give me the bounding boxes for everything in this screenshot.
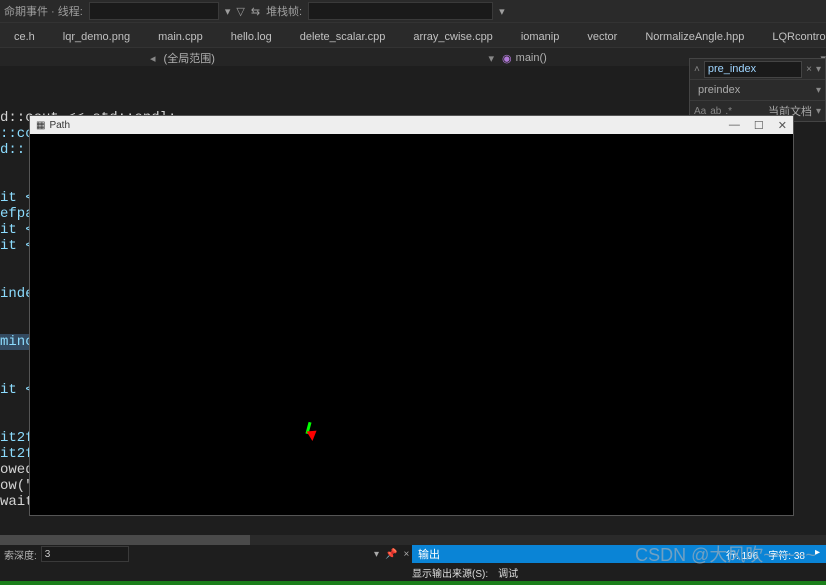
dropdown-arrow-icon[interactable]: ▾ bbox=[816, 64, 821, 75]
search-input[interactable] bbox=[704, 61, 802, 78]
output-source-label: 显示输出来源(S): bbox=[412, 565, 488, 580]
maximize-icon[interactable]: ☐ bbox=[754, 119, 764, 132]
events-label: 命期事件 · 线程: bbox=[4, 3, 83, 19]
method-icon: ◉ bbox=[502, 52, 512, 65]
tab-file[interactable]: hello.log bbox=[217, 27, 286, 47]
toolbar: 命期事件 · 线程: ▾ ▽ ⇆ 堆栈帧: ▾ bbox=[0, 0, 826, 23]
tab-file[interactable]: ce.h bbox=[0, 27, 49, 47]
window-title: Path bbox=[49, 120, 70, 131]
search-suggestion[interactable]: preindex bbox=[698, 84, 812, 96]
close-icon[interactable]: × bbox=[806, 64, 812, 75]
dropdown-arrow-icon[interactable]: ▾ bbox=[499, 5, 505, 18]
window-titlebar[interactable]: ▦ Path — ☐ ✕ bbox=[30, 116, 793, 134]
path-window: ▦ Path — ☐ ✕ bbox=[29, 115, 794, 516]
stackframe-dropdown[interactable] bbox=[308, 2, 493, 20]
expand-icon[interactable]: ˄ bbox=[694, 64, 700, 75]
minimize-icon[interactable]: — bbox=[729, 119, 740, 132]
breadcrumb-scope[interactable]: (全局范围) bbox=[164, 50, 215, 66]
output-label: 输出 bbox=[418, 546, 440, 562]
debug-label[interactable]: 调试 bbox=[498, 565, 518, 580]
stack-label: 堆栈帧: bbox=[266, 3, 302, 19]
filter-icon[interactable]: ▽ bbox=[236, 5, 244, 18]
pin-icon[interactable]: 📌 bbox=[385, 549, 397, 560]
tab-file[interactable]: iomanip bbox=[507, 27, 574, 47]
tab-file[interactable]: delete_scalar.cpp bbox=[286, 27, 400, 47]
tab-file[interactable]: array_cwise.cpp bbox=[399, 27, 506, 47]
dropdown-arrow-icon[interactable]: ▾ bbox=[816, 106, 821, 117]
tab-file[interactable]: vector bbox=[573, 27, 631, 47]
tab-file[interactable]: lqr_demo.png bbox=[49, 27, 144, 47]
window-icon: ▦ bbox=[36, 120, 45, 131]
tab-file[interactable]: LQRcontroler.cpp bbox=[758, 27, 826, 47]
close-icon[interactable]: ✕ bbox=[778, 119, 787, 132]
scrollbar-thumb[interactable] bbox=[0, 535, 250, 545]
vehicle-marker bbox=[307, 431, 318, 442]
toggle-icon[interactable]: ⇆ bbox=[251, 5, 260, 18]
dropdown-arrow-icon[interactable]: ▾ bbox=[374, 549, 379, 560]
tab-file[interactable]: main.cpp bbox=[144, 27, 217, 47]
search-depth-input[interactable] bbox=[41, 546, 129, 562]
chevron-left-icon[interactable]: ◂ bbox=[150, 52, 156, 65]
tab-file[interactable]: NormalizeAngle.hpp bbox=[631, 27, 758, 47]
breadcrumb-separator-icon: ▾ bbox=[489, 52, 495, 65]
watermark: CSDN @大风吹~~~~~ bbox=[635, 541, 816, 567]
thread-dropdown[interactable] bbox=[89, 2, 219, 20]
dropdown-arrow-icon[interactable]: ▾ bbox=[816, 85, 821, 96]
status-strip bbox=[0, 581, 826, 585]
breadcrumb-func[interactable]: ◉main() bbox=[502, 52, 547, 65]
find-panel: ˄ × ▾ preindex ▾ Aa ab .* 当前文档 ▾ bbox=[689, 58, 826, 122]
close-icon[interactable]: × bbox=[403, 549, 409, 560]
tab-bar: ce.h lqr_demo.png main.cpp hello.log del… bbox=[0, 23, 826, 47]
dropdown-arrow-icon[interactable]: ▾ bbox=[225, 5, 231, 18]
search-depth-label: 索深度: bbox=[4, 547, 37, 562]
path-canvas bbox=[30, 134, 793, 515]
